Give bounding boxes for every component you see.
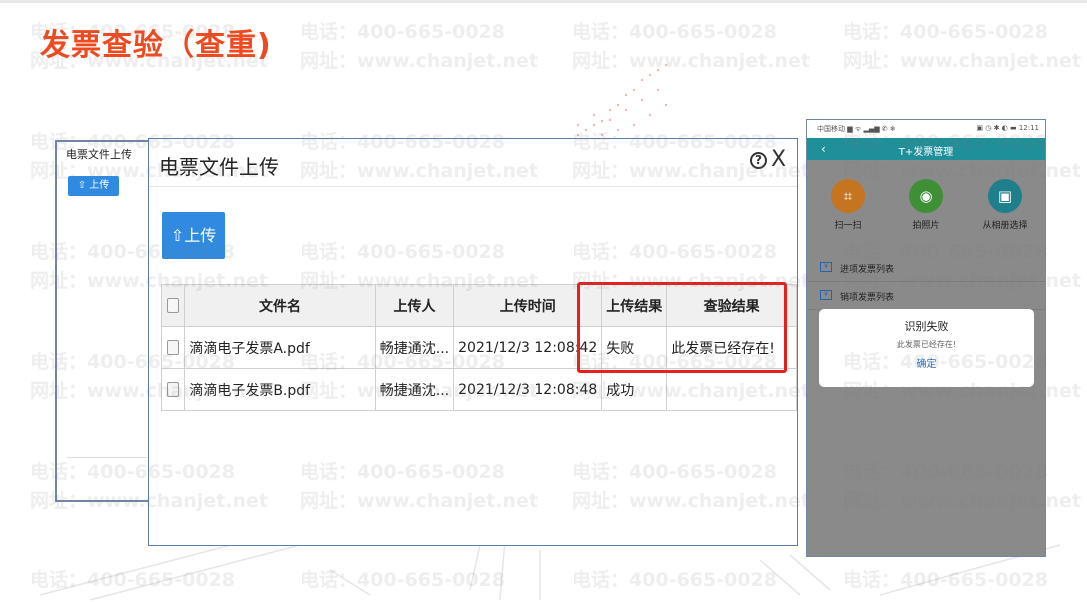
watermark-phone: 电话：400-665-0028 [572,21,777,43]
file-name-cell: 滴滴电子发票B.pdf [184,368,376,411]
app-header: ‹ T+发票管理 [807,138,1045,160]
slide-title: 发票查验（查重) [40,28,272,63]
watermark-phone: 电话：400-665-0028 [843,21,1048,43]
watermark: 电话：400-665-0028 网址：www.chanjet.net [300,18,538,77]
checkbox[interactable] [167,382,180,397]
list-item-invoice-in[interactable]: ¥ 进项发票列表 [807,254,1045,282]
column-header: 上传人 [374,284,455,327]
uploader-cell: 畅捷通沈... [374,368,455,411]
upload-icon: ⇧ [170,226,185,245]
upload-time-cell: 2021/12/3 12:08:48 [453,368,603,411]
check-result-cell [666,368,797,411]
watermark: 电话：400-665-0028 [30,566,235,595]
album-action[interactable]: ▣ 从相册选择 [970,179,1040,231]
watermark: 电话：400-665-0028 网址：www.chanjet.net [572,18,810,77]
top-rule [0,0,1087,3]
watermark: 电话：400-665-0028 网址：www.chanjet.net [843,18,1081,77]
watermark-phone: 电话：400-665-0028 [843,569,1048,591]
action-label: 拍照片 [912,221,940,231]
alert-confirm-button[interactable]: 确定 [819,355,1034,370]
watermark-site: 网址：www.chanjet.net [572,50,810,73]
checkbox[interactable] [167,298,180,313]
help-icon[interactable]: ? [750,152,767,169]
action-bar: ⌗ 扫一扫 ◉ 拍照片 ▣ 从相册选择 [807,160,1045,240]
watermark: 电话：400-665-0028 [300,566,505,595]
back-upload-panel: 电票文件上传 ⇧ 上传 [55,140,153,502]
file-name-cell: 滴滴电子发票A.pdf [184,326,376,369]
watermark: 电话：400-665-0028 [572,566,777,595]
list-item-label: 销项发票列表 [840,293,895,303]
column-header: 文件名 [184,284,376,327]
dialog-divider [149,186,797,187]
back-panel-title: 电票文件上传 [66,148,132,161]
watermark-phone: 电话：400-665-0028 [300,21,505,43]
dialog-title: 电票文件上传 [159,155,279,179]
close-icon[interactable]: X [771,147,786,172]
uploader-cell: 畅捷通沈... [374,326,455,369]
status-bar: 中国移动 ▆ ᯤ ▂▄▆ ✆ ❄ ▣ ◷ ✱ ◐ ▬ 12:11 [807,120,1045,138]
watermark-phone: 电话：400-665-0028 [30,569,235,591]
watermark-phone: 电话：400-665-0028 [300,569,505,591]
list-item-label: 进项发票列表 [840,265,895,275]
album-icon: ▣ [988,179,1022,213]
phone-screenshot: 中国移动 ▆ ᯤ ▂▄▆ ✆ ❄ ▣ ◷ ✱ ◐ ▬ 12:11 ‹ T+发票管… [806,119,1046,557]
back-upload-button[interactable]: ⇧ 上传 [68,176,119,196]
watermark: 电话：400-665-0028 [843,566,1048,595]
upload-icon: ⇧ [77,180,87,191]
row-checkbox-cell[interactable] [160,326,186,369]
checkbox[interactable] [167,340,180,355]
action-label: 扫一扫 [834,221,862,231]
camera-icon: ◉ [909,179,943,213]
alert-dialog: 识别失败 此发票已经存在! 确定 [819,309,1034,387]
status-clock: ▣ ◷ ✱ ◐ ▬ 12:11 [976,124,1039,132]
list-item-invoice-out[interactable]: ¥ 销项发票列表 [807,282,1045,310]
watermark-phone: 电话：400-665-0028 [572,569,777,591]
row-checkbox-cell[interactable] [160,368,186,411]
upload-result-cell: 成功 [601,368,668,411]
back-panel-divider [67,457,147,458]
status-carrier: 中国移动 ▆ ᯤ ▂▄▆ ✆ ❄ [817,125,896,133]
app-title: T+发票管理 [898,147,954,158]
upload-button-label: 上传 [184,226,217,245]
alert-message: 此发票已经存在! [896,340,957,349]
invoice-in-icon: ¥ [820,262,832,272]
highlight-box [577,282,787,373]
camera-action[interactable]: ◉ 拍照片 [891,179,961,231]
decorative-dot-pattern [576,63,668,142]
scan-icon: ⌗ [831,179,865,213]
table-row[interactable]: 滴滴电子发票B.pdf 畅捷通沈... 2021/12/3 12:08:48 成… [160,368,797,411]
watermark-site: 网址：www.chanjet.net [843,50,1081,73]
scan-action[interactable]: ⌗ 扫一扫 [813,179,883,231]
select-all-checkbox-cell[interactable] [160,284,186,327]
alert-title: 识别失败 [904,320,949,333]
back-upload-label: 上传 [89,180,110,191]
action-label: 从相册选择 [982,221,1028,231]
upload-button[interactable]: ⇧上传 [162,212,225,259]
watermark-site: 网址：www.chanjet.net [300,50,538,73]
invoice-out-icon: ¥ [820,290,832,300]
